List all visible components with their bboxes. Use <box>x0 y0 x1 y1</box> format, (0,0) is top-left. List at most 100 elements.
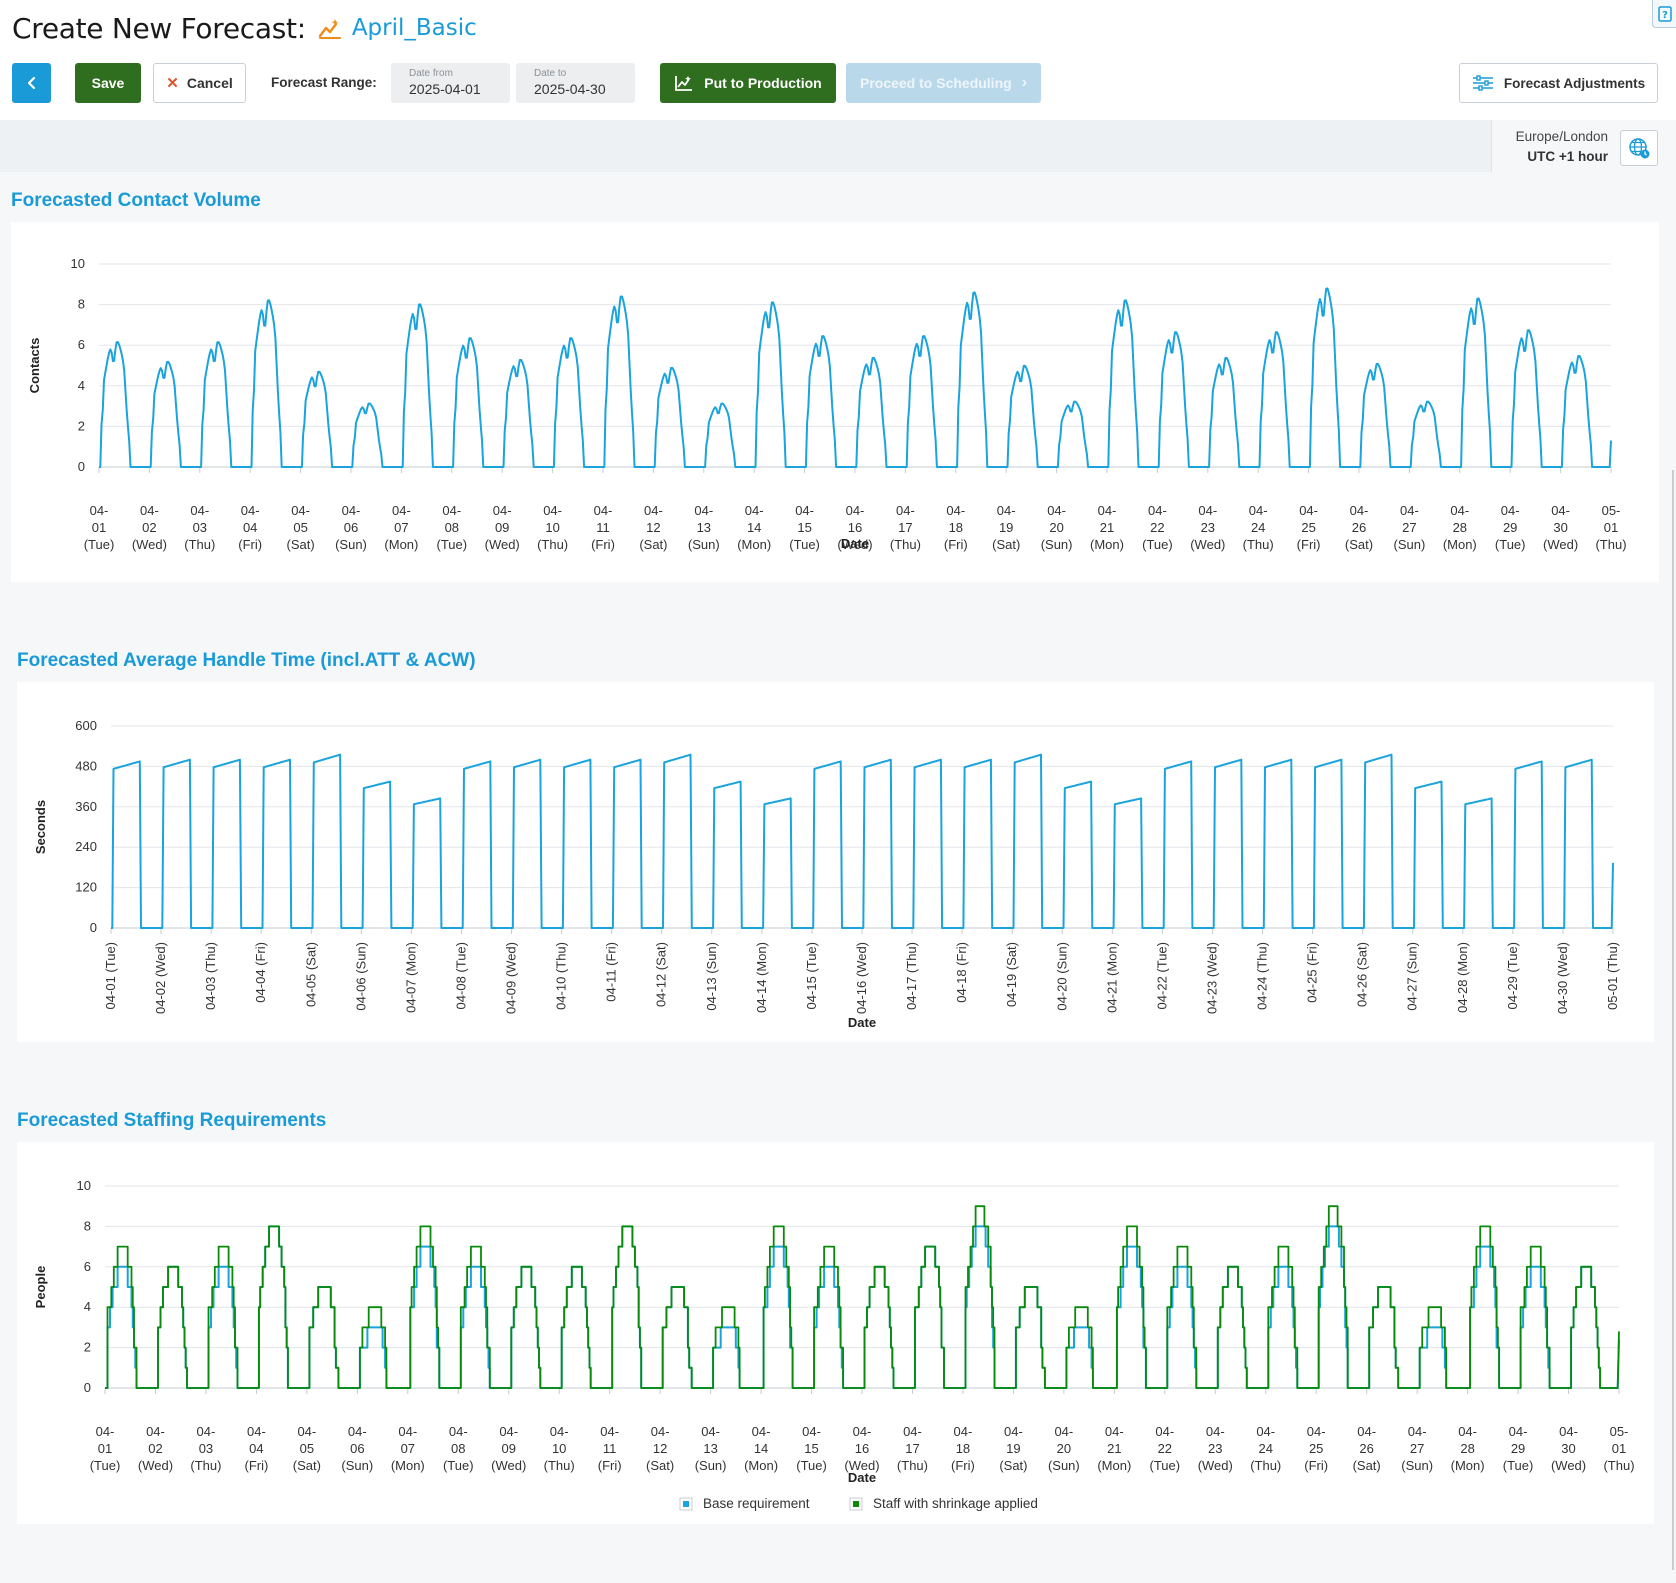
x-tick-day: 01 <box>1612 1441 1626 1456</box>
handle-time-chart[interactable]: 0 120 240 360 480 600 04-01 (Tue) 04-02 (Wed) 04… <box>17 682 1654 1042</box>
scrollbar[interactable] <box>1672 470 1674 1570</box>
y-tick-label: 10 <box>77 1178 91 1193</box>
proceed-to-scheduling-label: Proceed to Scheduling <box>859 75 1012 91</box>
x-tick-label: 04- 13 (Sun) <box>688 503 720 552</box>
x-tick-month: 04- <box>1450 503 1469 518</box>
y-tick-label: 10 <box>71 256 85 271</box>
x-tick-month: 04- <box>348 1424 367 1439</box>
x-tick-weekday: (Mon) <box>384 537 418 552</box>
x-tick-label: 04- 15 (Tue) <box>796 1424 827 1473</box>
y-tick-label: 2 <box>84 1340 91 1355</box>
x-tick-month: 05- <box>1602 503 1621 518</box>
cancel-label: Cancel <box>186 75 233 91</box>
y-tick-label: 120 <box>75 880 97 895</box>
date-from-field[interactable]: Date from 2025-04-01 <box>391 63 510 103</box>
x-tick-weekday: (Mon) <box>1097 1458 1131 1473</box>
y-tick-label: 600 <box>75 718 97 733</box>
x-tick-day: 09 <box>501 1441 515 1456</box>
staffing-chart[interactable]: 024681004-01 (Tue)04-02 (Wed)04-03 (Thu)04-… <box>17 1142 1654 1524</box>
date-to-value: 2025-04-30 <box>534 81 606 97</box>
x-tick-month: 04- <box>795 503 814 518</box>
x-tick-month: 04- <box>1551 503 1570 518</box>
x-tick-label: 04-08 (Tue) <box>453 942 468 1009</box>
help-button[interactable]: ? <box>1652 0 1676 28</box>
timezone-name: Europe/London <box>1515 129 1608 144</box>
x-tick-month: 04- <box>90 503 109 518</box>
x-tick-label: 04-20 (Sun) <box>1054 942 1069 1011</box>
x-tick-label: 04- 23 (Wed) <box>1198 1424 1233 1473</box>
x-tick-month: 04- <box>600 1424 619 1439</box>
x-tick-label: 04-29 (Tue) <box>1505 942 1520 1009</box>
x-tick-month: 04- <box>342 503 361 518</box>
legend-label[interactable]: Staff with shrinkage applied <box>873 1496 1038 1511</box>
x-tick-day: 10 <box>552 1441 566 1456</box>
y-axis-title: Contacts <box>27 338 42 394</box>
x-tick-label: 04- 06 (Sun) <box>335 503 367 552</box>
chevron-right-icon: › <box>1021 74 1028 91</box>
x-tick-weekday: (Wed) <box>1551 1458 1586 1473</box>
put-to-production-button[interactable]: Put to Production <box>660 63 836 103</box>
y-tick-label: 0 <box>84 1380 91 1395</box>
x-tick-label: 04- 26 (Sat) <box>1353 1424 1381 1473</box>
x-tick-weekday: (Mon) <box>1090 537 1124 552</box>
timezone-bar: Europe/London UTC +1 hour <box>0 120 1676 172</box>
x-tick-day: 11 <box>596 520 610 535</box>
handle-time-card: 0 120 240 360 480 600 04-01 (Tue) 04-02 (Wed) 04… <box>17 682 1654 1042</box>
proceed-to-scheduling-button[interactable]: Proceed to Scheduling › <box>846 63 1041 103</box>
x-tick-month: 04- <box>1350 503 1369 518</box>
x-tick-label: 04-17 (Thu) <box>904 942 919 1010</box>
close-icon: ✕ <box>166 75 179 92</box>
x-tick-day: 01 <box>98 1441 112 1456</box>
x-tick-label: 04- 26 (Sat) <box>1345 503 1373 552</box>
x-tick-month: 04- <box>1299 503 1318 518</box>
legend-label[interactable]: Base requirement <box>703 1496 810 1511</box>
cancel-button[interactable]: ✕ Cancel <box>153 63 246 103</box>
forecast-name[interactable]: April_Basic <box>352 15 477 41</box>
x-tick-weekday: (Thu) <box>537 537 568 552</box>
x-tick-label: 04- 01 (Tue) <box>84 503 115 552</box>
save-button[interactable]: Save <box>75 63 141 103</box>
x-tick-day: 21 <box>1107 1441 1121 1456</box>
x-tick-label: 04- 24 (Thu) <box>1250 1424 1281 1473</box>
svg-text:?: ? <box>1662 10 1668 21</box>
x-tick-day: 23 <box>1201 520 1215 535</box>
x-tick-weekday: (Thu) <box>890 537 921 552</box>
x-tick-label: 05- 01 (Thu) <box>1603 1424 1634 1473</box>
x-tick-weekday: (Tue) <box>1495 537 1526 552</box>
date-to-field[interactable]: Date to 2025-04-30 <box>516 63 635 103</box>
x-tick-month: 04- <box>1004 1424 1023 1439</box>
x-tick-label: 04-09 (Wed) <box>504 942 519 1014</box>
x-tick-day: 14 <box>754 1441 768 1456</box>
x-tick-weekday: (Sat) <box>639 537 667 552</box>
x-tick-day: 13 <box>703 1441 717 1456</box>
x-tick-label: 04- 17 (Thu) <box>890 503 921 552</box>
x-tick-weekday: (Tue) <box>437 537 468 552</box>
x-tick-label: 04-12 (Sat) <box>654 942 669 1007</box>
x-tick-label: 04-23 (Wed) <box>1204 942 1219 1014</box>
x-tick-month: 04- <box>644 503 663 518</box>
x-tick-label: 04- 17 (Thu) <box>897 1424 928 1473</box>
forecast-adjustments-button[interactable]: Forecast Adjustments <box>1459 63 1658 103</box>
x-tick-weekday: (Sat) <box>999 1458 1027 1473</box>
date-to-label: Date to <box>534 68 567 79</box>
x-tick-label: 04-02 (Wed) <box>153 942 168 1014</box>
y-tick-label: 8 <box>84 1218 91 1233</box>
contact-volume-chart[interactable]: 024681004-01 (Tue)04-02 (Wed)04-03 (Thu)04-… <box>11 222 1659 582</box>
x-tick-month: 04- <box>946 503 965 518</box>
x-tick-label: 04- 28 (Mon) <box>1443 503 1477 552</box>
x-tick-day: 20 <box>1057 1441 1071 1456</box>
x-tick-label: 04-22 (Tue) <box>1154 942 1169 1009</box>
timezone-button[interactable] <box>1620 130 1658 166</box>
x-tick-weekday: (Tue) <box>789 537 820 552</box>
x-tick-month: 04- <box>1559 1424 1578 1439</box>
x-tick-weekday: (Tue) <box>90 1458 121 1473</box>
x-tick-label: 04- 14 (Mon) <box>744 1424 778 1473</box>
x-tick-label: 04- 25 (Fri) <box>1297 503 1321 552</box>
x-tick-label: 04- 20 (Sun) <box>1048 1424 1080 1473</box>
back-button[interactable] <box>12 63 51 103</box>
x-tick-day: 03 <box>193 520 207 535</box>
x-tick-day: 18 <box>949 520 963 535</box>
help-book-icon: ? <box>1657 5 1672 22</box>
x-tick-day: 08 <box>451 1441 465 1456</box>
x-tick-weekday: (Mon) <box>744 1458 778 1473</box>
